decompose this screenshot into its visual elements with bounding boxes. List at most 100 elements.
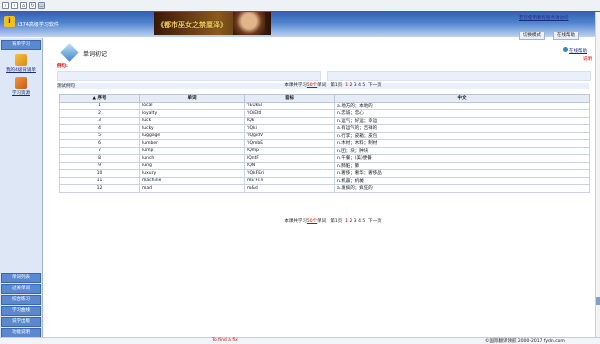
table-row[interactable]: 11 machine mE'Fi:n n.机器；机械 (59, 176, 590, 185)
page-link-3[interactable]: 3 (354, 83, 357, 88)
home-icon[interactable]: ⌂ (20, 2, 27, 9)
help-icon (563, 47, 568, 52)
page-link-4[interactable]: 4 (358, 83, 361, 88)
print-icon[interactable]: ▤ (38, 2, 45, 9)
banner-link[interactable]: 若您使用教程服务请访问 (519, 15, 569, 21)
row-number: 4 (59, 124, 140, 133)
ad-banner[interactable]: 《都市巫女之禁厘泽》 (154, 12, 271, 35)
page-link-4[interactable]: 4 (358, 219, 361, 224)
table-row[interactable]: 7 lump lQmp n.团；块；肿块 (59, 146, 590, 155)
copyright-text: ©国际翻译领航 2000-2017 fydn.com (485, 339, 565, 344)
row-number: 11 (59, 176, 140, 185)
row-phonetic: lQN (244, 161, 335, 170)
row-word: loyalty (139, 109, 245, 118)
col-header-word: 单词 (139, 94, 245, 103)
sidebar-button-2[interactable]: 综合练习 (1, 295, 41, 305)
pager-page-info: 第1页 (330, 83, 343, 88)
help-label: 在线帮助 (569, 49, 587, 54)
sidebar-item-resources[interactable]: 学习资源 (0, 77, 42, 96)
row-number: 8 (59, 154, 140, 163)
scrollbar-thumb[interactable] (596, 297, 600, 305)
word-table: ▲ 序号 单词 音标 中文 1 local'lEUkEl a.地方的；本地的 2 loy… (59, 94, 590, 193)
row-phonetic: 'lQki (244, 124, 335, 133)
title-diamond-icon (60, 43, 79, 62)
row-word: lump (139, 146, 245, 155)
row-word: luxury (139, 169, 245, 178)
row-phonetic: lQntF (244, 154, 335, 163)
row-chinese: a.发疯的；疯狂的 (334, 184, 590, 193)
row-phonetic: 'lEUkEl (244, 101, 335, 110)
app-name: i374高级学习软件 (18, 22, 59, 28)
col-header-chinese: 中文 (334, 94, 590, 103)
pager-top: 本课共学习50个单词 第1页 1 2 3 4 5 下一页 (83, 82, 583, 88)
ad-title: 《都市巫女之禁厘泽》 (157, 21, 227, 29)
table-header-row: ▲ 序号 单词 音标 中文 (59, 94, 590, 103)
test-example-label[interactable]: 测试例句 (57, 83, 75, 89)
page-title: 单词初记 (83, 51, 108, 58)
row-chinese: n.行李；皮箱；皮包 (334, 131, 590, 140)
pager-prefix: 本课共学习 (284, 219, 307, 224)
sidebar-button-4[interactable]: 说学出版 (1, 317, 41, 327)
pager-bottom: 本课共学习50个单词 第1页 1 2 3 4 5 下一页 (83, 218, 583, 224)
vertical-scrollbar[interactable] (595, 12, 600, 337)
page-link-2[interactable]: 2 (349, 83, 352, 88)
row-word: mad (139, 184, 245, 193)
sidebar-button-0[interactable]: 单词列表 (1, 273, 41, 283)
table-row[interactable]: 8 lunch lQntF n.午餐；(美)便餐 (59, 154, 590, 163)
row-phonetic: 'lQmbE (244, 139, 335, 148)
sidebar-button-1[interactable]: 过关单词 (1, 284, 41, 294)
footer-red-text[interactable]: To find a fix (212, 338, 238, 343)
pager-count: 50个 (306, 83, 318, 88)
row-chinese: a.有运气的；吉祥的 (334, 124, 590, 133)
table-row[interactable]: 1 local'lEUkEl a.地方的；本地的 (59, 101, 590, 110)
sidebar-bottom-menu: 单词列表 过关单词 综合练习 学习曲线 说学出版 功能说明 (0, 272, 42, 339)
row-chinese: n.奢侈；奢华；奢侈品 (334, 169, 590, 178)
help-link[interactable]: 在线帮助 (563, 47, 587, 54)
row-phonetic: lQmp (244, 146, 335, 155)
note-link[interactable]: 说明 (583, 56, 592, 62)
table-row[interactable]: 5 luggage'lQgidV n.行李；皮箱；皮包 (59, 131, 590, 140)
row-word: local (139, 101, 245, 110)
row-number: 12 (59, 184, 140, 193)
sidebar-top-button[interactable]: 背单学习 (1, 40, 41, 50)
table-row[interactable]: 2 loyalty'lOiEltI n.忠诚；忠心 (59, 109, 590, 118)
resources-icon (15, 77, 27, 89)
next-page-link[interactable]: 下一页 (368, 83, 382, 88)
row-word: machine (139, 176, 245, 185)
next-page-link[interactable]: 下一页 (368, 219, 382, 224)
book-icon (15, 54, 27, 66)
sidebar-item-wordlist[interactable]: 我的4级背诵单 (0, 54, 42, 73)
row-word: lung (139, 161, 245, 170)
app-logo: i i374高级学习软件 (4, 14, 59, 28)
page-link-2[interactable]: 2 (349, 219, 352, 224)
row-number: 5 (59, 131, 140, 140)
header-banner: i i374高级学习软件 《都市巫女之禁厘泽》 若您使用教程服务请访问 切换模式… (0, 11, 600, 40)
table-row[interactable]: 12 mad m&d a.发疯的；疯狂的 (59, 184, 590, 193)
back-icon[interactable]: ‹ (2, 2, 9, 9)
page-link-5[interactable]: 5 (362, 83, 365, 88)
table-row[interactable]: 4 lucky'lQki a.有运气的；吉祥的 (59, 124, 590, 133)
row-chinese: a.地方的；本地的 (334, 101, 590, 110)
pager-mid: 单词 (317, 219, 327, 224)
forward-icon[interactable]: › (11, 2, 18, 9)
pager-page-info: 第1页 (330, 219, 343, 224)
table-row[interactable]: 9 lung lQN n.肺脏；肺 (59, 161, 590, 170)
row-phonetic: 'lQkFEri (244, 169, 335, 178)
sidebar-button-3[interactable]: 学习曲线 (1, 306, 41, 316)
row-chinese: n.木材；木料；制材 (334, 139, 590, 148)
page-link-3[interactable]: 3 (354, 219, 357, 224)
row-number: 9 (59, 161, 140, 170)
col-header-phonetic: 音标 (244, 94, 335, 103)
col-header-no[interactable]: ▲ 序号 (59, 94, 140, 103)
page-link-5[interactable]: 5 (362, 219, 365, 224)
row-word: lunch (139, 154, 245, 163)
table-row[interactable]: 10 luxury'lQkFEri n.奢侈；奢华；奢侈品 (59, 169, 590, 178)
row-chinese: n.团；块；肿块 (334, 146, 590, 155)
sidebar-item-label: 学习资源 (12, 91, 30, 96)
page-link-1[interactable]: 1 (345, 219, 348, 224)
row-number: 3 (59, 116, 140, 125)
table-row[interactable]: 6 lumber'lQmbE n.木材；木料；制材 (59, 139, 590, 148)
page-link-1[interactable]: 1 (345, 83, 348, 88)
refresh-icon[interactable]: ↻ (29, 2, 36, 9)
table-row[interactable]: 3 luck lQk n.运气；好运；幸运 (59, 116, 590, 125)
